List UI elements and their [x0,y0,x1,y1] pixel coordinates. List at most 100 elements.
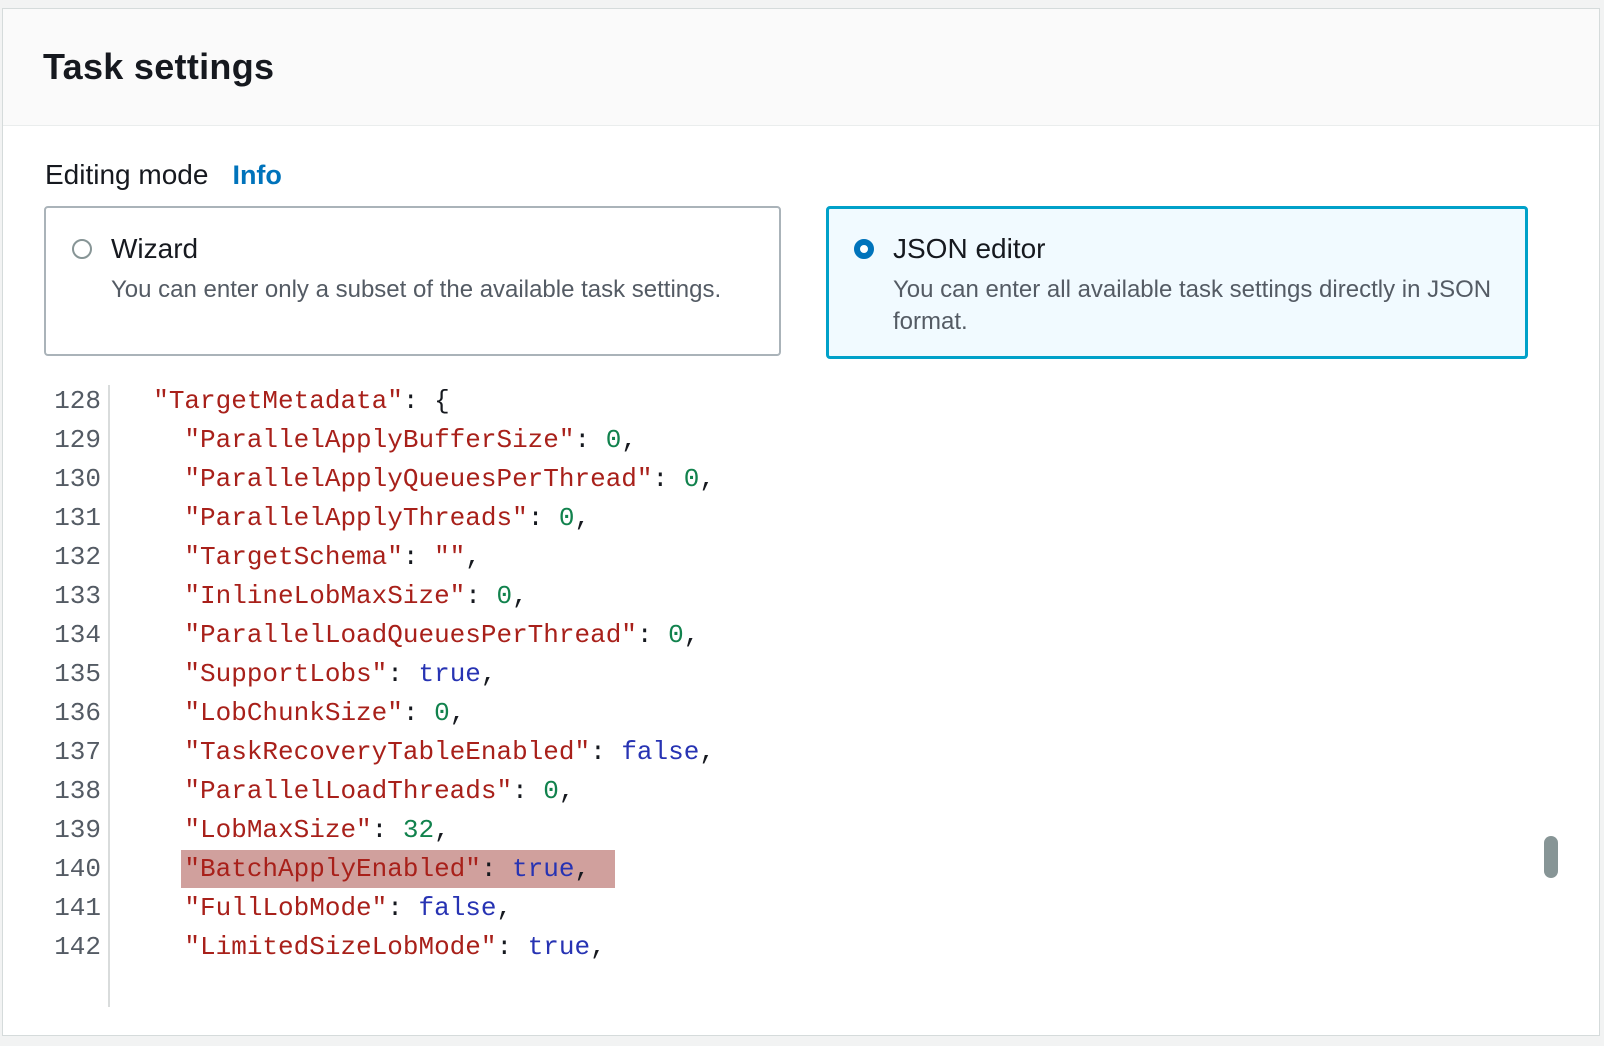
code-token: "SupportLobs" [184,659,387,689]
code-token: , [465,542,481,572]
code-token: true [528,932,590,962]
code-token: : [637,620,668,650]
wizard-radio[interactable] [72,239,92,259]
line-number: 128 [43,386,101,416]
code-line[interactable]: 138 "ParallelLoadThreads": 0, [43,771,1598,810]
code-token: 0 [606,425,622,455]
code-token: 32 [403,815,434,845]
code-token: 0 [668,620,684,650]
line-number: 137 [43,737,101,767]
code-token: : [590,737,621,767]
line-number: 131 [43,503,101,533]
info-link[interactable]: Info [232,160,281,191]
line-content: "SupportLobs": true, [101,659,497,689]
code-token: , [434,815,450,845]
line-content: "ParallelApplyQueuesPerThread": 0, [101,464,715,494]
line-tokens: "InlineLobMaxSize": 0, [184,581,527,611]
code-token: , [512,581,528,611]
code-token: , [621,425,637,455]
code-token: , [497,893,513,923]
code-token: , [699,737,715,767]
code-token: : [528,503,559,533]
tile-head: Wizard [72,233,753,265]
code-line[interactable]: 134 "ParallelLoadQueuesPerThread": 0, [43,615,1598,654]
code-token: "LimitedSizeLobMode" [184,932,496,962]
code-token: true [418,659,480,689]
code-line[interactable]: 133 "InlineLobMaxSize": 0, [43,576,1598,615]
line-number: 129 [43,425,101,455]
editing-mode-label: Editing mode [45,159,208,191]
code-token: , [575,503,591,533]
json-editor-radio[interactable] [854,239,874,259]
code-line[interactable]: 140 "BatchApplyEnabled": true, [43,849,1598,888]
json-editor[interactable]: 128 "TargetMetadata": {129 "ParallelAppl… [43,381,1598,1029]
code-token: true [512,854,574,884]
line-number: 138 [43,776,101,806]
line-tokens: "ParallelLoadThreads": 0, [184,776,574,806]
code-token: : [372,815,403,845]
code-line[interactable]: 128 "TargetMetadata": { [43,381,1598,420]
line-tokens: "TargetSchema": "", [184,542,480,572]
code-token: , [575,854,591,884]
line-tokens: "SupportLobs": true, [184,659,496,689]
code-token: "TargetSchema" [184,542,402,572]
code-token: , [559,776,575,806]
code-token: "TargetMetadata" [153,386,403,416]
code-token: : [653,464,684,494]
code-token: "InlineLobMaxSize" [184,581,465,611]
line-tokens: "TargetMetadata": { [153,386,449,416]
line-tokens: "LimitedSizeLobMode": true, [184,932,605,962]
code-token: "BatchApplyEnabled" [184,854,480,884]
line-number: 142 [43,932,101,962]
code-line[interactable]: 137 "TaskRecoveryTableEnabled": false, [43,732,1598,771]
line-content: "LimitedSizeLobMode": true, [101,932,606,962]
code-token: false [418,893,496,923]
code-token: : [387,893,418,923]
line-number: 141 [43,893,101,923]
code-token: : [575,425,606,455]
code-line[interactable]: 131 "ParallelApplyThreads": 0, [43,498,1598,537]
editing-mode-tiles: WizardYou can enter only a subset of the… [44,206,1528,358]
code-token: 0 [684,464,700,494]
code-line[interactable]: 132 "TargetSchema": "", [43,537,1598,576]
code-token: : [403,698,434,728]
page-title: Task settings [43,46,274,88]
line-content: "InlineLobMaxSize": 0, [101,581,528,611]
code-token: "ParallelLoadQueuesPerThread" [184,620,636,650]
editor-scrollbar-thumb[interactable] [1544,836,1558,878]
code-line[interactable]: 136 "LobChunkSize": 0, [43,693,1598,732]
code-token: , [590,932,606,962]
line-number: 132 [43,542,101,572]
code-line[interactable]: 141 "FullLobMode": false, [43,888,1598,927]
line-number: 135 [43,659,101,689]
line-content: "LobMaxSize": 32, [101,815,450,845]
code-line[interactable]: 142 "LimitedSizeLobMode": true, [43,927,1598,966]
code-token: "LobMaxSize" [184,815,371,845]
code-line[interactable]: 129 "ParallelApplyBufferSize": 0, [43,420,1598,459]
code-token: : [481,854,512,884]
code-token: : [465,581,496,611]
line-tokens: "ParallelLoadQueuesPerThread": 0, [184,620,699,650]
code-line[interactable]: 139 "LobMaxSize": 32, [43,810,1598,849]
line-content: "ParallelApplyThreads": 0, [101,503,590,533]
tile-wizard[interactable]: WizardYou can enter only a subset of the… [44,206,781,356]
code-line[interactable]: 135 "SupportLobs": true, [43,654,1598,693]
line-tokens: "LobMaxSize": 32, [184,815,449,845]
search-highlight: "BatchApplyEnabled": true, [181,850,615,888]
line-number: 134 [43,620,101,650]
code-line[interactable]: 130 "ParallelApplyQueuesPerThread": 0, [43,459,1598,498]
code-token: "ParallelLoadThreads" [184,776,512,806]
line-content: "ParallelApplyBufferSize": 0, [101,425,637,455]
panel-header: Task settings [3,9,1599,126]
code-token: "" [434,542,465,572]
tile-json-editor[interactable]: JSON editorYou can enter all available t… [826,206,1528,359]
line-tokens: "FullLobMode": false, [184,893,512,923]
code-token: "LobChunkSize" [184,698,402,728]
code-token: "ParallelApplyThreads" [184,503,527,533]
code-token: "ParallelApplyQueuesPerThread" [184,464,652,494]
code-token: , [684,620,700,650]
code-token: : [496,932,527,962]
code-token: : [512,776,543,806]
code-token: false [621,737,699,767]
line-content: "FullLobMode": false, [101,893,512,923]
